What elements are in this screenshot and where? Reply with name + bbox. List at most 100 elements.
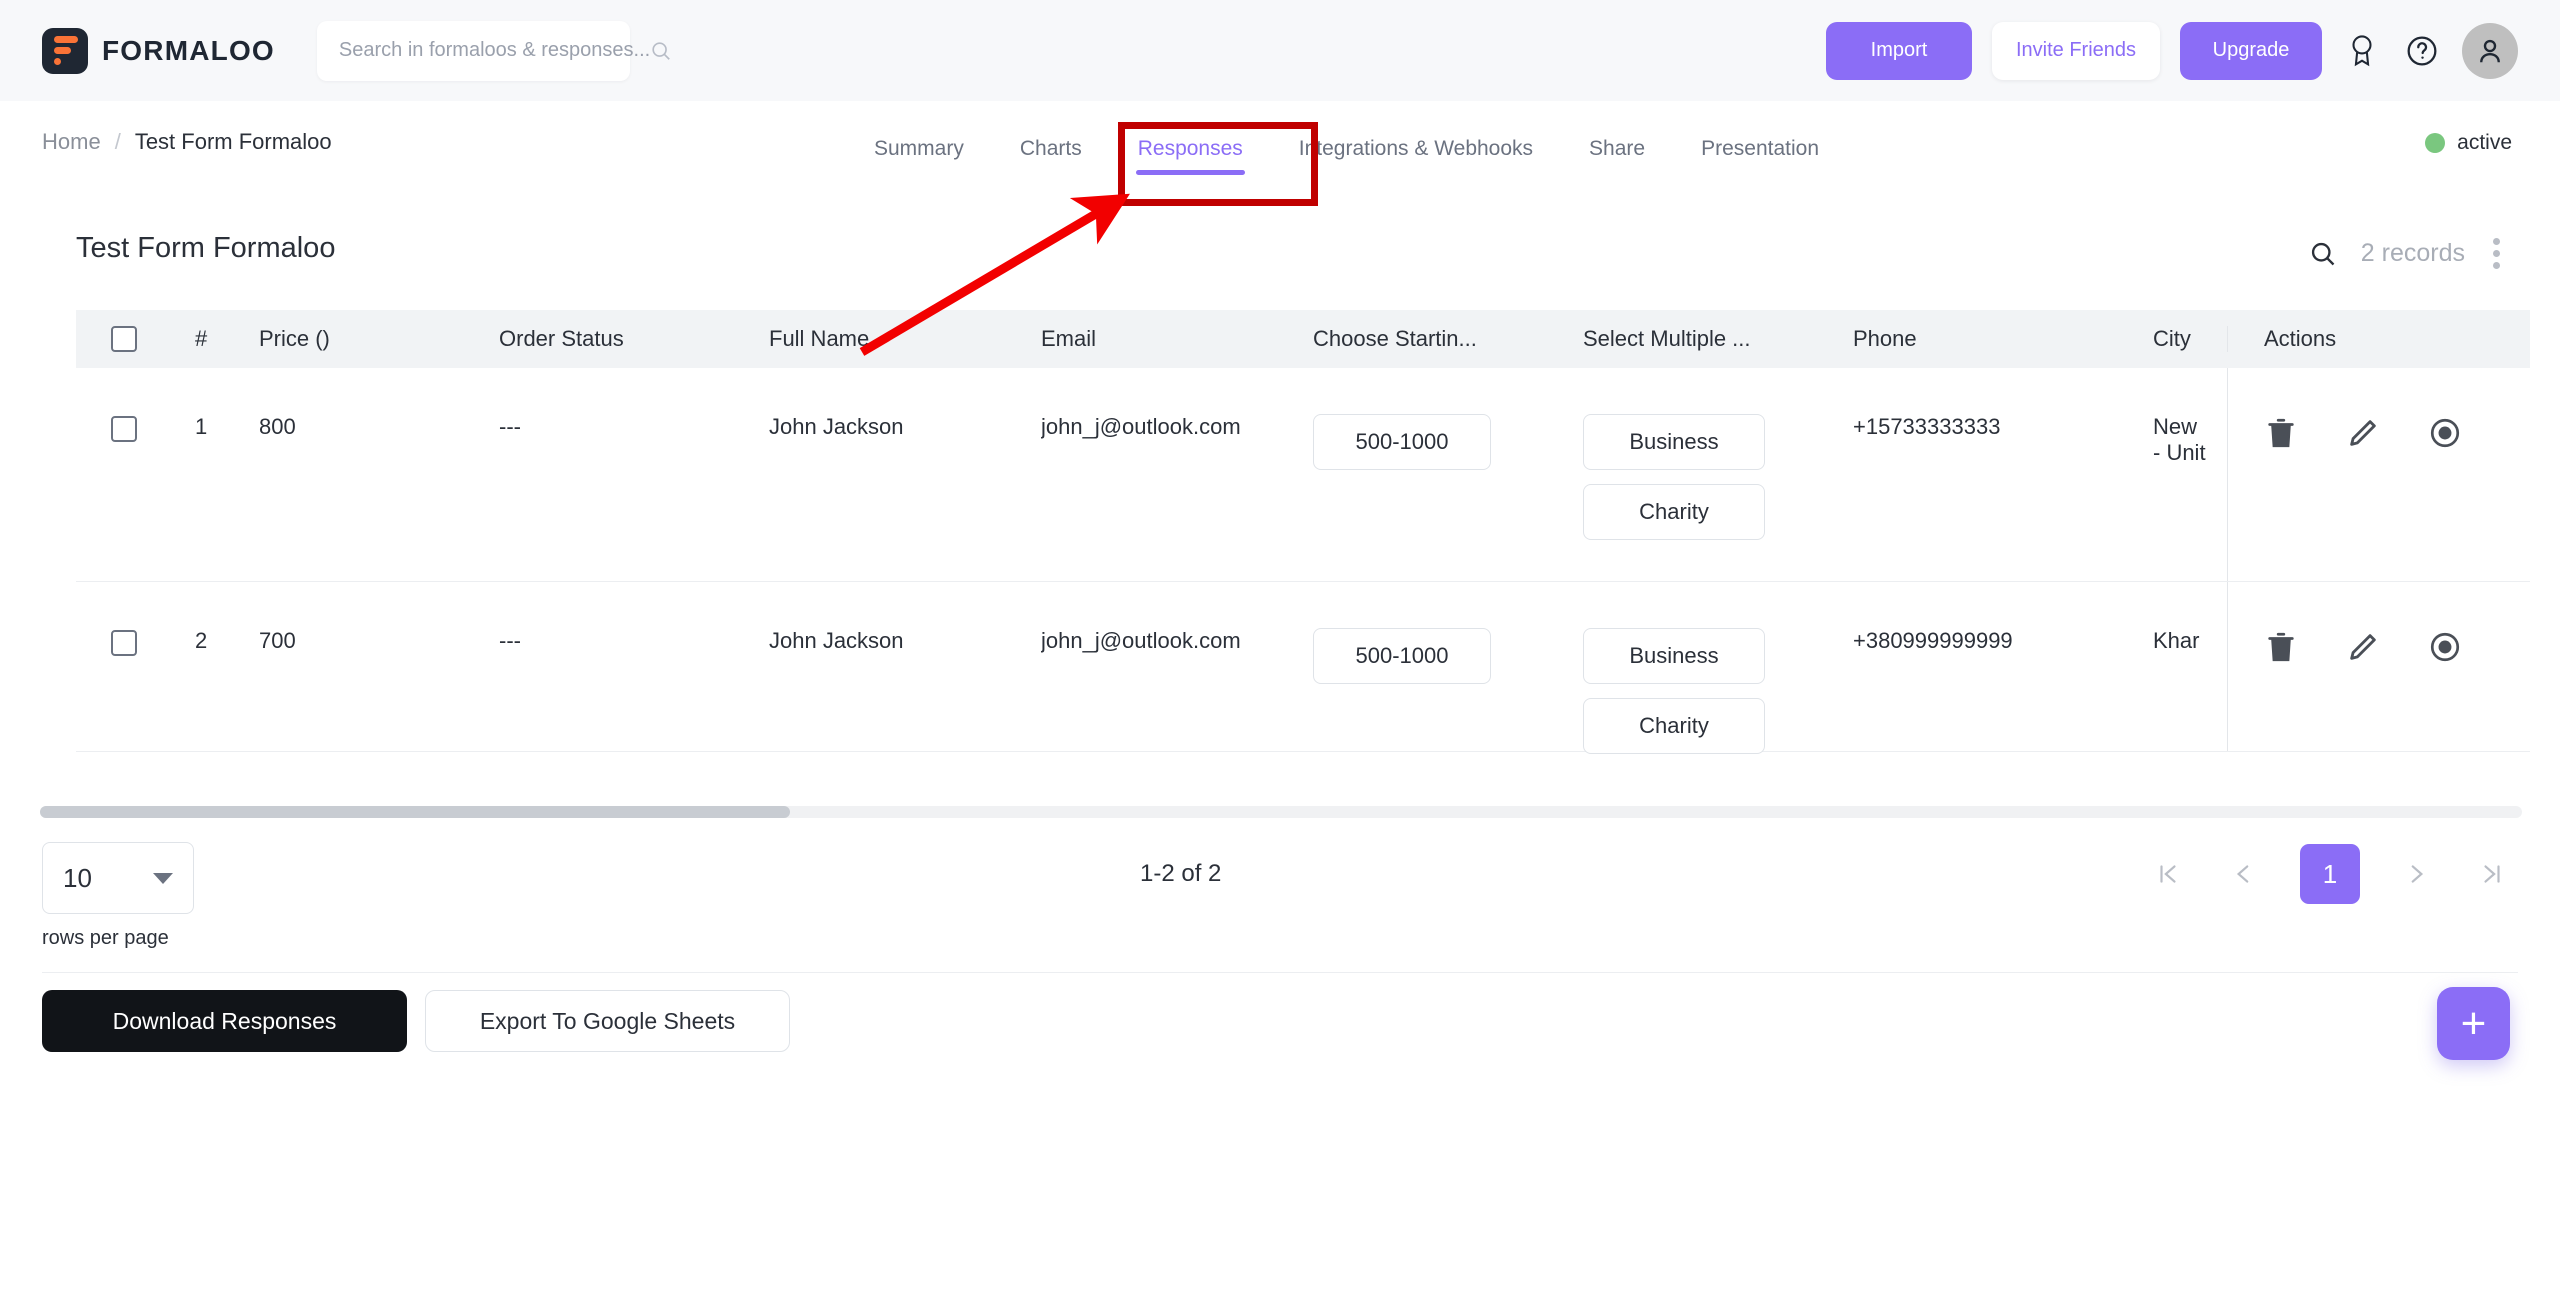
form-tabs: Summary Charts Responses Integrations & … bbox=[846, 101, 1847, 196]
cell-city: New - Unit bbox=[2153, 368, 2227, 581]
brand-logo[interactable]: FORMALOO bbox=[42, 27, 275, 74]
cell-select-multiple: Business Charity bbox=[1583, 368, 1853, 581]
previous-page-icon[interactable] bbox=[2224, 854, 2264, 894]
cell-city-line1: Khar bbox=[2153, 628, 2200, 653]
footer-divider bbox=[42, 972, 2518, 973]
page-number-1[interactable]: 1 bbox=[2300, 844, 2360, 904]
status-label: active bbox=[2457, 131, 2512, 154]
select-all-checkbox[interactable] bbox=[110, 326, 137, 352]
pagination-controls: 1 bbox=[2148, 844, 2512, 904]
cell-choose-starting: 500-1000 bbox=[1313, 582, 1583, 751]
table-header-row: # Price () Order Status Full Name Email … bbox=[76, 310, 2530, 368]
cell-full-name: John Jackson bbox=[769, 414, 904, 439]
column-header-full-name[interactable]: Full Name bbox=[769, 326, 1041, 352]
value-pill: Business bbox=[1583, 414, 1765, 470]
help-icon[interactable] bbox=[2402, 31, 2442, 71]
pagination-range: 1-2 of 2 bbox=[1140, 860, 1222, 887]
cell-city: Khar bbox=[2153, 582, 2227, 751]
column-header-city[interactable]: City bbox=[2153, 326, 2227, 352]
first-page-icon[interactable] bbox=[2148, 854, 2188, 894]
row-checkbox[interactable] bbox=[110, 630, 137, 656]
upgrade-button[interactable]: Upgrade bbox=[2180, 21, 2322, 80]
breadcrumb-home[interactable]: Home bbox=[42, 129, 101, 155]
column-header-phone[interactable]: Phone bbox=[1853, 326, 2153, 352]
column-header-choose-starting[interactable]: Choose Startin... bbox=[1313, 326, 1583, 352]
delete-icon[interactable] bbox=[2264, 630, 2298, 664]
top-header-bar: FORMALOO Search in formaloos & responses… bbox=[0, 0, 2560, 101]
tab-share[interactable]: Share bbox=[1561, 101, 1673, 196]
chevron-down-icon bbox=[153, 872, 173, 884]
cell-order-status: --- bbox=[499, 414, 521, 439]
cell-price: 800 bbox=[259, 414, 296, 439]
tab-charts[interactable]: Charts bbox=[992, 101, 1110, 196]
row-select-cell bbox=[76, 582, 171, 751]
column-header-email[interactable]: Email bbox=[1041, 326, 1313, 352]
brand-name: FORMALOO bbox=[102, 34, 275, 66]
pagination-bar: 10 rows per page 1-2 of 2 1 bbox=[0, 830, 2560, 970]
delete-icon[interactable] bbox=[2264, 416, 2298, 450]
import-button[interactable]: Import bbox=[1826, 21, 1972, 80]
edit-pencil-icon[interactable] bbox=[2346, 630, 2380, 664]
add-record-fab[interactable]: + bbox=[2437, 987, 2510, 1060]
records-count: 2 records bbox=[2360, 239, 2465, 267]
edit-pencil-icon[interactable] bbox=[2346, 416, 2380, 450]
value-pill: 500-1000 bbox=[1313, 628, 1491, 684]
value-pill: Business bbox=[1583, 628, 1765, 684]
search-input-placeholder[interactable]: Search in formaloos & responses... bbox=[339, 39, 650, 62]
column-header-select-multiple[interactable]: Select Multiple ... bbox=[1583, 326, 1853, 352]
column-header-actions-label: Actions bbox=[2264, 326, 2337, 351]
scrollbar-thumb[interactable] bbox=[40, 806, 790, 818]
breadcrumb: Home / Test Form Formaloo bbox=[42, 129, 332, 155]
user-avatar[interactable] bbox=[2462, 22, 2518, 79]
tab-summary[interactable]: Summary bbox=[846, 101, 992, 196]
table-horizontal-scrollbar[interactable] bbox=[40, 806, 2522, 818]
page-title: Test Form Formaloo bbox=[76, 232, 336, 264]
formaloo-logo-icon bbox=[42, 27, 88, 74]
row-select-cell bbox=[76, 368, 171, 581]
cell-actions bbox=[2227, 368, 2530, 581]
cell-email: john_j@outlook.com bbox=[1041, 628, 1241, 653]
column-header-number[interactable]: # bbox=[171, 326, 259, 352]
more-options-icon[interactable] bbox=[2489, 234, 2504, 273]
table-row[interactable]: 1 800 --- John Jackson john_j@outlook.co… bbox=[76, 368, 2530, 582]
cell-choose-starting: 500-1000 bbox=[1313, 368, 1583, 581]
cell-order-status: --- bbox=[499, 628, 521, 653]
responses-table: # Price () Order Status Full Name Email … bbox=[76, 310, 2530, 754]
value-pill: Charity bbox=[1583, 484, 1765, 540]
tab-integrations-webhooks[interactable]: Integrations & Webhooks bbox=[1271, 101, 1561, 196]
global-search[interactable]: Search in formaloos & responses... bbox=[316, 20, 671, 81]
column-header-actions: Actions bbox=[2227, 326, 2530, 352]
tab-responses[interactable]: Responses bbox=[1110, 101, 1271, 196]
navigation-row: Home / Test Form Formaloo Summary Charts… bbox=[0, 101, 2560, 196]
cell-city-line1: New bbox=[2153, 414, 2198, 439]
last-page-icon[interactable] bbox=[2472, 854, 2512, 894]
next-page-icon[interactable] bbox=[2396, 854, 2436, 894]
row-checkbox[interactable] bbox=[110, 416, 137, 442]
export-to-google-sheets-button[interactable]: Export To Google Sheets bbox=[425, 990, 790, 1052]
value-pill: Charity bbox=[1583, 698, 1765, 754]
download-responses-button[interactable]: Download Responses bbox=[42, 990, 407, 1052]
view-eye-icon[interactable] bbox=[2428, 630, 2462, 664]
search-icon bbox=[652, 41, 671, 60]
breadcrumb-separator: / bbox=[114, 129, 121, 154]
column-header-order-status[interactable]: Order Status bbox=[499, 326, 769, 352]
cell-select-multiple: Business Charity bbox=[1583, 582, 1853, 754]
status-badge: active bbox=[2425, 131, 2512, 155]
table-search-icon[interactable] bbox=[2309, 240, 2337, 268]
cell-city-line2: - Unit bbox=[2153, 440, 2206, 465]
table-row[interactable]: 2 700 --- John Jackson john_j@outlook.co… bbox=[76, 582, 2530, 754]
select-all-cell bbox=[76, 326, 171, 352]
view-eye-icon[interactable] bbox=[2428, 416, 2462, 450]
invite-friends-button[interactable]: Invite Friends bbox=[1992, 21, 2160, 80]
tab-presentation[interactable]: Presentation bbox=[1673, 101, 1847, 196]
rows-per-page-select[interactable]: 10 bbox=[42, 842, 194, 914]
status-dot-icon bbox=[2425, 133, 2446, 153]
rows-per-page-label: rows per page bbox=[42, 927, 169, 949]
cell-phone: +380999999999 bbox=[1853, 628, 2013, 653]
page-title-row: Test Form Formaloo 2 records bbox=[0, 204, 2560, 300]
award-badge-icon[interactable] bbox=[2342, 31, 2382, 71]
cell-phone: +15733333333 bbox=[1853, 414, 2001, 439]
table-toolbar: 2 records bbox=[2309, 234, 2504, 273]
cell-email: john_j@outlook.com bbox=[1041, 414, 1241, 439]
column-header-price[interactable]: Price () bbox=[259, 326, 499, 352]
